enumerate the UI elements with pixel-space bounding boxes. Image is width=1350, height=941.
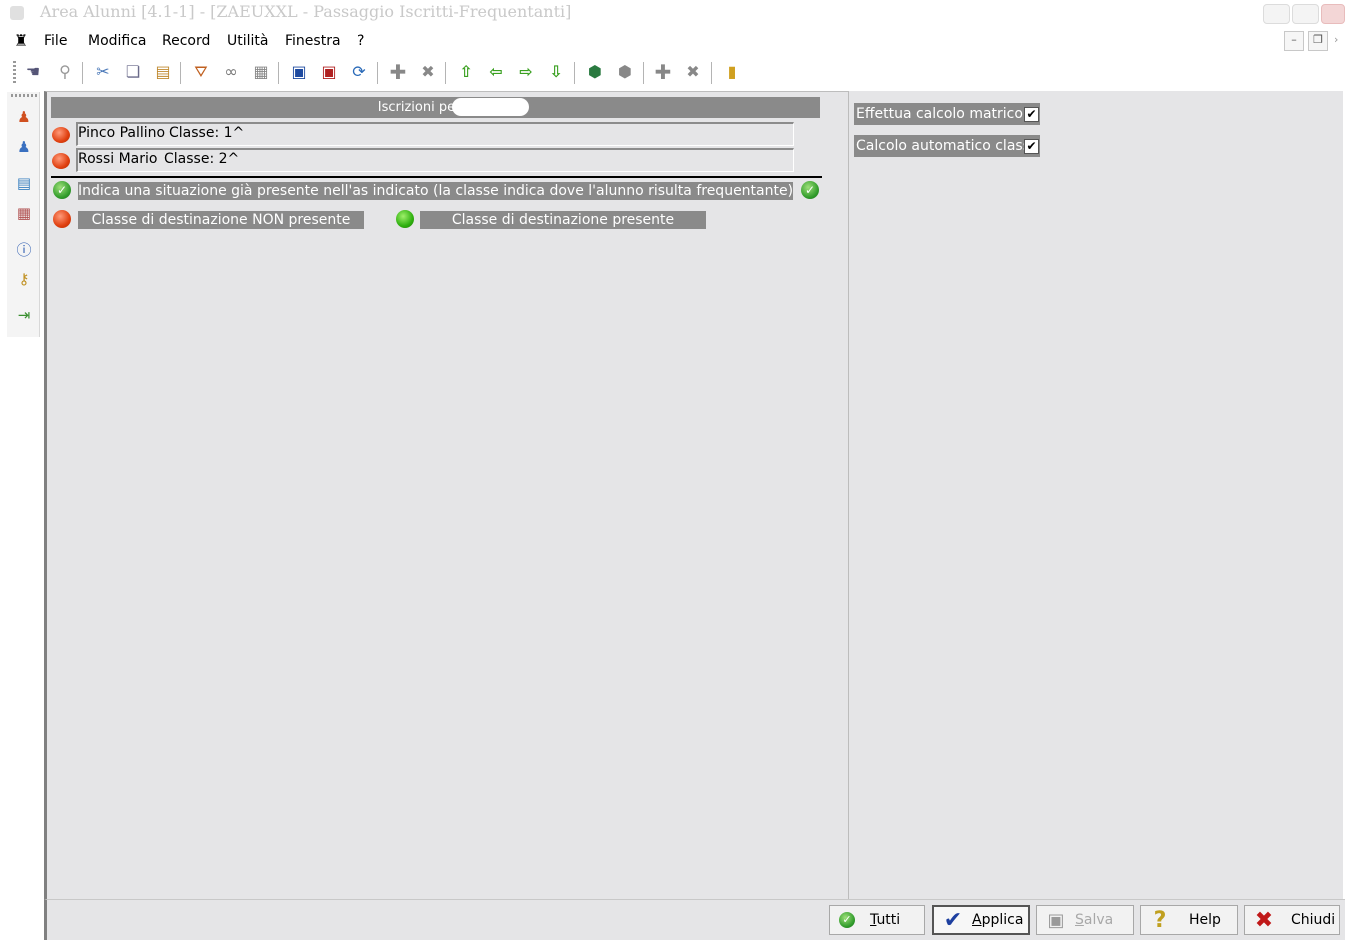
enrollment-row-name: Rossi Mario bbox=[78, 151, 158, 167]
student-icon[interactable]: ♟ bbox=[13, 106, 35, 128]
mdi-close-button[interactable]: › bbox=[1334, 33, 1338, 46]
window-title: Area Alunni [4.1-1] - [ZAEUXXL - Passagg… bbox=[40, 2, 572, 21]
option-matricola-label: Effettua calcolo matricola bbox=[856, 106, 1036, 122]
legend-divider bbox=[51, 176, 822, 178]
all-button-label: Tutti bbox=[870, 912, 901, 928]
app-system-icon[interactable] bbox=[10, 6, 24, 20]
close-button-label: Chiudi bbox=[1291, 912, 1336, 928]
link-icon[interactable]: ∞ bbox=[220, 61, 242, 83]
checkmark-icon: ✔ bbox=[943, 907, 963, 933]
refresh-icon[interactable]: ⟳ bbox=[348, 61, 370, 83]
legend-present-situation: Indica una situazione già presente nell'… bbox=[78, 182, 793, 200]
close-button[interactable]: ✖ Chiudi bbox=[1244, 905, 1340, 935]
teacher-icon[interactable]: ♟ bbox=[13, 136, 35, 158]
menu-help[interactable]: ? bbox=[353, 31, 368, 51]
maximize-window-button[interactable] bbox=[1292, 4, 1319, 24]
legend-dest-not-present: Classe di destinazione NON presente bbox=[78, 211, 364, 229]
toolbar-separator bbox=[278, 62, 279, 84]
help-icon[interactable]: ⓘ bbox=[13, 238, 35, 260]
redacted-year-field bbox=[452, 98, 529, 116]
menu-file[interactable]: File bbox=[40, 31, 71, 51]
toolbar-separator bbox=[445, 62, 446, 84]
minimize-window-button[interactable] bbox=[1263, 4, 1290, 24]
title-bar: Area Alunni [4.1-1] - [ZAEUXXL - Passagg… bbox=[0, 0, 1350, 26]
status-red-icon bbox=[53, 210, 71, 228]
close-window-button[interactable] bbox=[1321, 4, 1345, 24]
delete-icon[interactable]: ✖ bbox=[417, 61, 439, 83]
mdi-minimize-button[interactable]: – bbox=[1284, 31, 1304, 51]
floppy-icon: ▣ bbox=[1047, 909, 1065, 931]
toolbar-separator bbox=[643, 62, 644, 84]
right-arrow-icon[interactable]: ⇨ bbox=[515, 61, 537, 83]
exit-icon[interactable]: ▮ bbox=[721, 61, 743, 83]
toolbar-separator bbox=[574, 62, 575, 84]
app-menu-icon[interactable]: ♜ bbox=[14, 31, 28, 50]
toolbar-separator bbox=[180, 62, 181, 84]
export-icon[interactable]: ⬢ bbox=[614, 61, 636, 83]
apply-button-label: Applica bbox=[972, 912, 1024, 928]
calculator-icon[interactable]: ▤ bbox=[13, 172, 35, 194]
import-icon[interactable]: ⬢ bbox=[584, 61, 606, 83]
option-auto-class-label: Calcolo automatico classe bbox=[856, 138, 1039, 154]
down-arrow-icon[interactable]: ⇩ bbox=[545, 61, 567, 83]
options-panel bbox=[848, 91, 1343, 899]
all-button[interactable]: ✓ Tutti bbox=[829, 905, 925, 935]
status-red-icon bbox=[52, 153, 70, 169]
save-button-label: Salva bbox=[1075, 912, 1114, 928]
toolbar-separator bbox=[711, 62, 712, 84]
calendar-icon[interactable]: ▦ bbox=[13, 202, 35, 224]
toolbar-separator bbox=[82, 62, 83, 84]
auto-class-checkbox[interactable]: ✔ bbox=[1024, 139, 1039, 154]
status-green-icon bbox=[396, 210, 414, 228]
copy-icon[interactable]: ❏ bbox=[122, 61, 144, 83]
paste-icon[interactable]: ▤ bbox=[152, 61, 174, 83]
help-button[interactable]: ? Help bbox=[1140, 905, 1238, 935]
menu-bar: ♜ File Modifica Record Utilità Finestra … bbox=[0, 27, 1350, 54]
save-button[interactable]: ▣ Salva bbox=[1036, 905, 1134, 935]
toolbar-separator bbox=[377, 62, 378, 84]
enrollment-row-name: Pinco Pallino bbox=[78, 125, 166, 141]
save-close-icon[interactable]: ▣ bbox=[318, 61, 340, 83]
filter-icon[interactable]: ⛛ bbox=[190, 61, 212, 83]
delete-record-icon[interactable]: ✖ bbox=[682, 61, 704, 83]
option-auto-class: Calcolo automatico classe bbox=[854, 135, 1040, 157]
up-arrow-icon[interactable]: ⇧ bbox=[455, 61, 477, 83]
add-icon[interactable]: ✚ bbox=[387, 61, 409, 83]
menu-finestra[interactable]: Finestra bbox=[281, 31, 345, 51]
keys-icon[interactable]: ⚷ bbox=[13, 268, 35, 290]
status-red-icon bbox=[52, 127, 70, 143]
save-icon[interactable]: ▣ bbox=[288, 61, 310, 83]
check-icon: ✓ bbox=[834, 908, 860, 932]
apply-button[interactable]: ✔ Applica bbox=[932, 905, 1030, 935]
grid-icon[interactable]: ▦ bbox=[250, 61, 272, 83]
check-green-icon: ✓ bbox=[801, 181, 819, 199]
left-sidebar: ♟ ♟ ▤ ▦ ⓘ ⚷ ⇥ bbox=[7, 92, 40, 337]
mdi-restore-button[interactable]: ❐ bbox=[1308, 31, 1328, 51]
enrollment-header: Iscrizioni per l'AS: bbox=[51, 97, 820, 118]
menu-utilita[interactable]: Utilità bbox=[223, 31, 272, 51]
menu-modifica[interactable]: Modifica bbox=[84, 31, 151, 51]
menu-record[interactable]: Record bbox=[158, 31, 214, 51]
sidebar-grip[interactable] bbox=[11, 94, 37, 97]
enrollment-row-class: Classe: 1^ bbox=[169, 125, 245, 141]
toolbar: ☚ ⚲ ✂ ❏ ▤ ⛛ ∞ ▦ ▣ ▣ ⟳ ✚ ✖ ⇧ ⇦ ⇨ ⇩ ⬢ ⬢ ✚ … bbox=[0, 56, 1350, 88]
check-green-icon: ✓ bbox=[53, 181, 71, 199]
add-record-icon[interactable]: ✚ bbox=[652, 61, 674, 83]
cut-icon[interactable]: ✂ bbox=[92, 61, 114, 83]
question-icon: ? bbox=[1153, 907, 1167, 933]
option-matricola: Effettua calcolo matricola bbox=[854, 103, 1040, 125]
legend-dest-present: Classe di destinazione presente bbox=[420, 211, 706, 229]
search-icon[interactable]: ⚲ bbox=[54, 61, 76, 83]
enrollment-row-class: Classe: 2^ bbox=[164, 151, 240, 167]
toolbar-grip[interactable] bbox=[13, 61, 16, 83]
navigator-icon[interactable]: ☚ bbox=[22, 61, 44, 83]
left-arrow-icon[interactable]: ⇦ bbox=[485, 61, 507, 83]
matricola-checkbox[interactable]: ✔ bbox=[1024, 107, 1039, 122]
help-button-label: Help bbox=[1189, 912, 1221, 928]
close-icon: ✖ bbox=[1254, 907, 1274, 933]
exit-door-icon[interactable]: ⇥ bbox=[13, 304, 35, 326]
